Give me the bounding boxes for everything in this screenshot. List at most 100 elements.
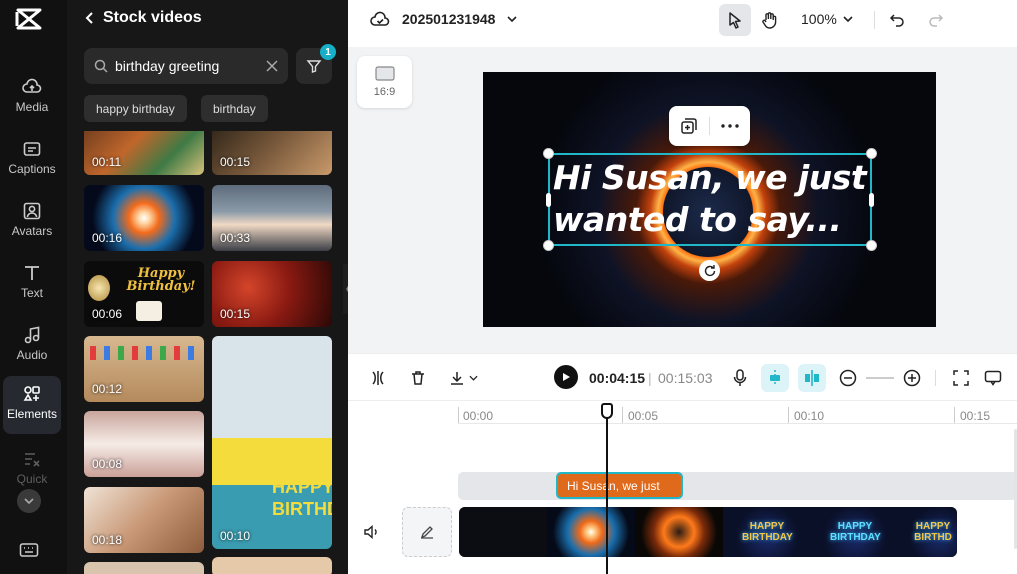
redo-icon xyxy=(929,14,944,27)
cake-icon xyxy=(136,301,162,321)
more-icon[interactable] xyxy=(720,124,739,128)
thumbnail-caption: Happy Birthday! xyxy=(126,266,196,294)
video-thumbnail[interactable]: 00:16 xyxy=(84,185,204,251)
comment-button[interactable] xyxy=(981,366,1005,390)
filter-count-badge: 1 xyxy=(320,44,336,60)
balloon-icon xyxy=(88,275,110,301)
hand-tool-button[interactable] xyxy=(754,4,786,36)
video-thumbnail[interactable]: 00:08 xyxy=(84,411,204,477)
project-menu[interactable]: 202501231948 xyxy=(370,11,518,27)
split-button[interactable] xyxy=(366,366,390,390)
play-icon xyxy=(563,373,570,381)
keyboard-icon[interactable] xyxy=(19,541,39,559)
rail-label: Quick xyxy=(16,472,48,486)
edit-cover-button[interactable] xyxy=(402,507,452,557)
video-duration: 00:33 xyxy=(220,231,251,245)
total-time: 00:15:03 xyxy=(658,370,713,386)
playhead-handle[interactable] xyxy=(601,403,613,419)
divider xyxy=(708,117,710,135)
zoom-out-button[interactable] xyxy=(836,366,860,390)
left-rail: Media Captions Avatars Text Audio Elemen… xyxy=(0,0,67,574)
zoom-menu[interactable]: 100% xyxy=(801,11,853,27)
video-thumbnail[interactable]: Happy Birthday! 00:06 xyxy=(84,261,204,327)
link-toggle[interactable] xyxy=(798,364,826,392)
rail-item-media[interactable]: Media xyxy=(3,69,61,127)
duplicate-icon[interactable] xyxy=(680,117,698,135)
candle-letters xyxy=(90,346,198,360)
aspect-ratio-icon xyxy=(374,66,395,81)
snap-toggle[interactable] xyxy=(761,364,789,392)
fullscreen-icon xyxy=(953,370,969,386)
magnet-snap-icon xyxy=(770,370,780,386)
video-thumbnail[interactable]: 00:18 xyxy=(84,487,204,553)
suggestion-chip[interactable]: happy birthday xyxy=(84,95,187,122)
text-clip[interactable]: Hi Susan, we just xyxy=(556,472,683,499)
video-thumbnail[interactable]: HAPPY BIRTHDAY 00:10 xyxy=(212,336,332,549)
zoom-in-button[interactable] xyxy=(900,366,924,390)
redo-button[interactable] xyxy=(920,4,952,36)
video-thumbnail[interactable]: 00:33 xyxy=(212,185,332,251)
playhead-line[interactable] xyxy=(606,404,608,574)
rail-item-captions[interactable]: Captions xyxy=(3,131,61,189)
video-duration: 00:11 xyxy=(92,155,122,169)
rail-label: Media xyxy=(15,100,49,114)
video-thumbnail[interactable]: 00:15 xyxy=(212,131,332,175)
search-input[interactable] xyxy=(115,58,266,74)
capcut-logo-icon[interactable] xyxy=(15,6,43,32)
rail-expand-button[interactable] xyxy=(17,489,41,513)
ruler-label: 00:05 xyxy=(628,409,659,423)
hand-icon xyxy=(762,12,777,29)
ruler-baseline xyxy=(458,423,1017,424)
resize-handle[interactable] xyxy=(866,240,877,251)
suggestion-chip[interactable]: birthday xyxy=(201,95,268,122)
video-track[interactable]: HAPPY BIRTHDAY HAPPY BIRTHDAY HAPPY BIRT… xyxy=(459,507,957,557)
select-tool-button[interactable] xyxy=(719,4,751,36)
back-arrow-icon[interactable] xyxy=(85,11,95,25)
rail-item-audio[interactable]: Audio xyxy=(3,317,61,375)
aspect-ratio-button[interactable]: 16:9 xyxy=(357,56,412,108)
rail-item-text[interactable]: Text xyxy=(3,255,61,313)
frame-text: HAPPY BIRTHDAY xyxy=(830,521,881,543)
microphone-icon xyxy=(733,369,747,386)
music-note-icon xyxy=(24,326,40,344)
resize-handle[interactable] xyxy=(866,148,877,159)
resize-handle[interactable] xyxy=(869,193,874,207)
video-thumbnail[interactable]: 00:15 xyxy=(212,261,332,327)
text-icon xyxy=(25,266,39,280)
video-thumbnail[interactable]: 00:11 xyxy=(84,131,204,175)
fullscreen-button[interactable] xyxy=(949,366,973,390)
download-menu[interactable] xyxy=(445,366,481,390)
pencil-icon xyxy=(420,526,433,539)
video-thumbnail[interactable] xyxy=(212,557,332,574)
rail-item-avatars[interactable]: Avatars xyxy=(3,193,61,251)
resize-handle[interactable] xyxy=(543,148,554,159)
timeline[interactable]: 00:00 00:05 00:10 00:15 Hi Susan, we jus… xyxy=(348,401,1017,574)
undo-button[interactable] xyxy=(881,4,913,36)
resize-handle[interactable] xyxy=(543,240,554,251)
play-button[interactable] xyxy=(554,365,578,389)
filter-button[interactable]: 1 xyxy=(296,44,336,84)
video-duration: 00:06 xyxy=(92,307,123,321)
video-thumbnail[interactable]: 00:12 xyxy=(84,336,204,402)
frame-text: HAPPY BIRTHDAY xyxy=(742,521,793,543)
clear-search-icon[interactable] xyxy=(266,60,278,72)
player-controls: 00:04:15 | 00:15:03 xyxy=(348,353,1017,401)
ruler-label: 00:15 xyxy=(960,409,991,423)
video-duration: 00:18 xyxy=(92,533,123,547)
zoom-slider[interactable] xyxy=(866,377,894,379)
delete-button[interactable] xyxy=(406,366,430,390)
rotate-handle[interactable] xyxy=(699,260,720,281)
caption-text[interactable]: Hi Susan, we just wanted to say... xyxy=(553,157,869,241)
speaker-icon[interactable] xyxy=(363,523,381,541)
record-voice-button[interactable] xyxy=(728,366,752,390)
ruler-tick xyxy=(788,407,789,423)
project-name: 202501231948 xyxy=(402,11,496,27)
avatar-icon xyxy=(23,202,41,220)
video-thumbnail[interactable] xyxy=(84,562,204,574)
text-track[interactable] xyxy=(458,472,1017,500)
rail-item-elements[interactable]: Elements xyxy=(3,376,61,434)
chevron-down-icon xyxy=(507,16,518,22)
current-time: 00:04:15 xyxy=(589,370,646,386)
resize-handle[interactable] xyxy=(546,193,551,207)
cursor-icon xyxy=(729,12,741,29)
